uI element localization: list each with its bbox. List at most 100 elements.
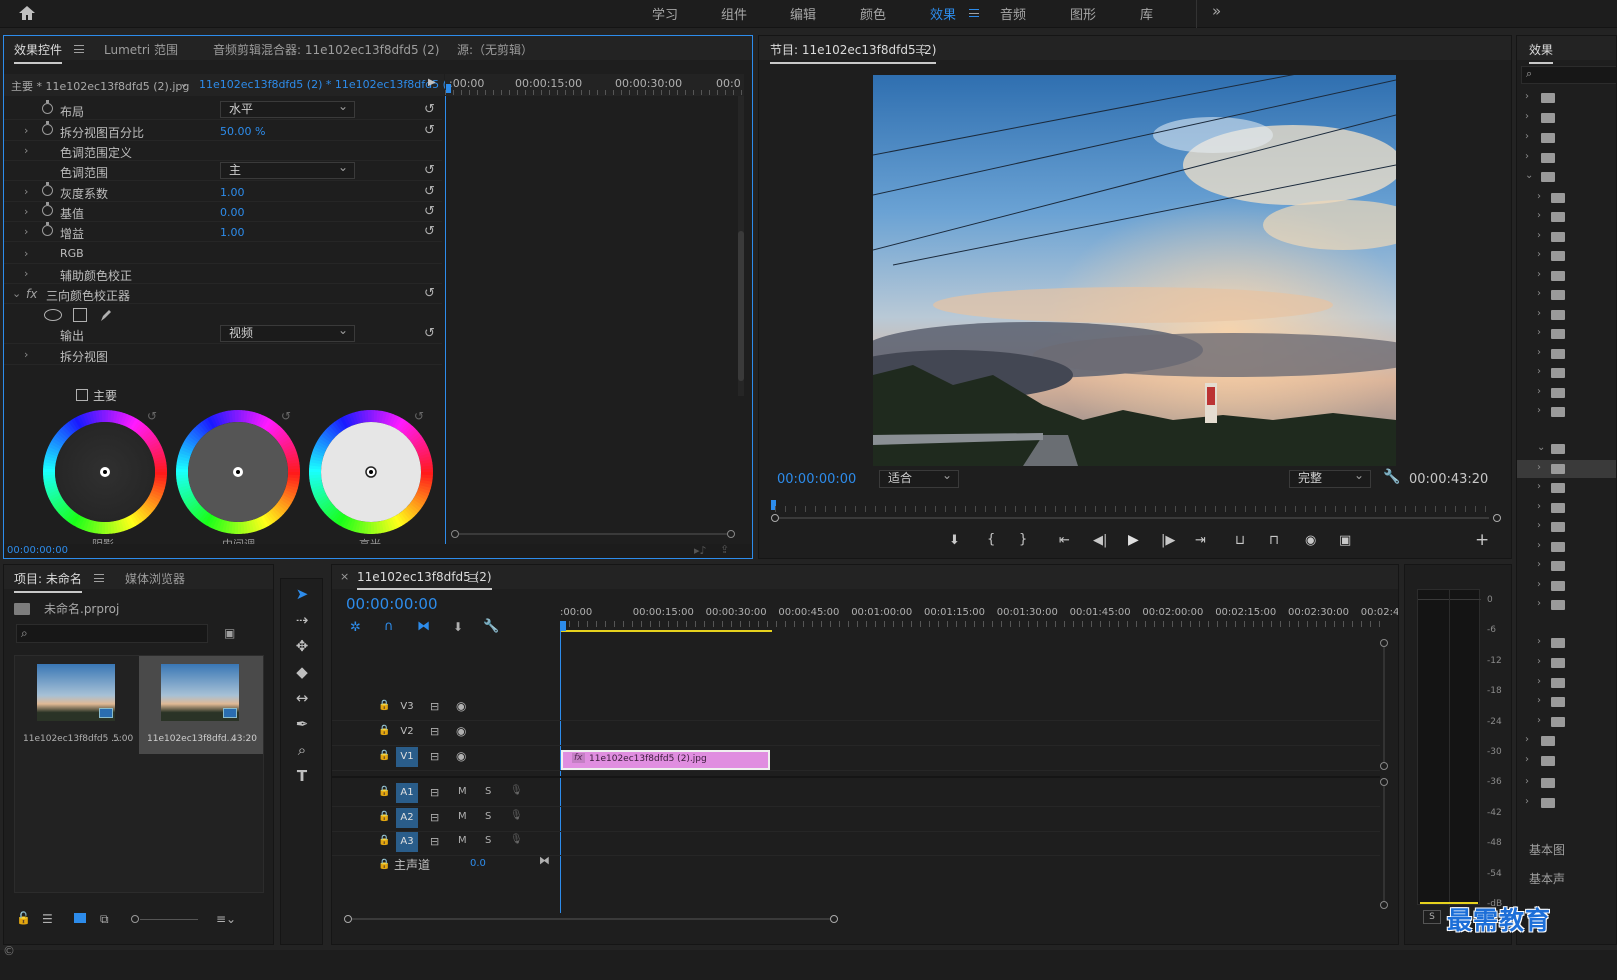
tree-caret-icon[interactable]: › — [1537, 386, 1541, 397]
stopwatch-icon[interactable] — [42, 182, 53, 196]
reset-icon[interactable]: ↺ — [424, 184, 435, 199]
microphone-icon[interactable]: 🎙 — [510, 834, 523, 845]
fx-badge[interactable]: fx — [572, 753, 585, 763]
audio-scrollbar[interactable] — [1383, 786, 1385, 901]
close-sequence-icon[interactable]: × — [340, 570, 349, 583]
reset-icon[interactable]: ↺ — [424, 326, 435, 341]
gamma-value[interactable]: 1.00 — [220, 186, 245, 199]
expand-caret-icon[interactable]: › — [24, 205, 28, 218]
sync-lock-icon[interactable]: ⊟ — [430, 750, 439, 763]
sort-icon[interactable]: ≡⌄ — [216, 912, 236, 926]
playback-resolution-dropdown[interactable]: 完整 — [1289, 468, 1371, 488]
program-timecode[interactable]: 00:00:00:00 — [777, 472, 856, 487]
ec-timeline-ruler[interactable]: :00:00 00:00:15:00 00:00:30:00 00:0 — [445, 74, 744, 96]
reset-icon[interactable]: ↺ — [424, 163, 435, 178]
tree-caret-icon[interactable]: › — [1537, 366, 1541, 377]
step-forward-icon[interactable]: |▶ — [1161, 533, 1175, 548]
linked-selection-icon[interactable]: ⧓ — [417, 619, 430, 634]
reset-icon[interactable]: ↺ — [424, 102, 435, 117]
split-percent-value[interactable]: 50.00 % — [220, 125, 265, 138]
fx-badge[interactable]: fx — [26, 287, 37, 301]
add-marker-icon[interactable]: ⬇ — [453, 620, 463, 634]
nest-toggle-icon[interactable]: ✲ — [350, 620, 361, 635]
tree-caret-icon[interactable]: ⌄ — [1525, 170, 1533, 181]
workspace-audio[interactable]: 音频 — [1000, 4, 1026, 23]
zoom-slider[interactable] — [140, 919, 198, 920]
export-frame-icon[interactable]: ◉ — [1305, 533, 1316, 548]
sequence-clip-label[interactable]: 11e102ec13f8dfd5 (2) * 11e102ec13f8dfd5 … — [199, 78, 457, 91]
panel-menu-icon[interactable] — [94, 574, 104, 582]
add-marker-icon[interactable]: ⬇ — [949, 533, 960, 548]
master-checkbox[interactable] — [76, 389, 88, 401]
reset-icon[interactable]: ↺ — [281, 409, 291, 423]
go-to-out-icon[interactable]: ⇥ — [1195, 533, 1206, 548]
pedestal-value[interactable]: 0.00 — [220, 206, 245, 219]
tree-caret-icon[interactable]: › — [1525, 796, 1529, 807]
zoom-fit-dropdown[interactable]: 适合 — [879, 468, 959, 488]
workspace-libraries[interactable]: 库 — [1140, 4, 1153, 23]
tree-caret-icon[interactable]: › — [1537, 191, 1541, 202]
track-lock-icon[interactable]: 🔒 — [378, 811, 390, 822]
tree-caret-icon[interactable]: › — [1537, 520, 1541, 531]
razor-tool-icon[interactable]: ◆ — [291, 663, 313, 683]
sync-lock-icon[interactable]: ⊟ — [430, 786, 439, 799]
program-scrubber[interactable] — [771, 498, 1501, 522]
solo-button[interactable]: S — [485, 835, 491, 846]
tree-caret-icon[interactable]: › — [1525, 131, 1529, 142]
tree-caret-icon[interactable]: › — [1537, 347, 1541, 358]
lock-icon[interactable]: 🔓 — [16, 911, 31, 925]
zoom-handle-left[interactable] — [344, 915, 352, 923]
extract-icon[interactable]: ⊓ — [1269, 533, 1279, 548]
workspace-graphics[interactable]: 图形 — [1070, 4, 1096, 23]
workspace-color[interactable]: 颜色 — [860, 4, 886, 23]
track-lock-icon[interactable]: 🔒 — [378, 750, 390, 761]
expand-caret-icon[interactable]: › — [24, 247, 28, 260]
tab-source[interactable]: 源:（无剪辑） — [457, 41, 533, 58]
ec-scrollbar[interactable] — [738, 96, 744, 396]
scroll-handle[interactable] — [1380, 901, 1388, 909]
chevron-down-icon[interactable]: ⌄ — [179, 76, 189, 90]
tree-caret-icon[interactable]: › — [1537, 210, 1541, 221]
tree-caret-icon[interactable]: ⌄ — [1537, 442, 1545, 453]
expand-caret-icon[interactable]: › — [24, 267, 28, 280]
mute-button[interactable]: M — [458, 786, 467, 797]
master-volume-value[interactable]: 0.0 — [470, 858, 486, 869]
collapse-caret-icon[interactable]: ⌄ — [12, 287, 21, 300]
workspace-learn[interactable]: 学习 — [652, 4, 678, 23]
go-to-in-icon[interactable]: ⇤ — [1059, 533, 1070, 548]
timeline-zoom-scrollbar[interactable] — [352, 918, 830, 920]
tree-caret-icon[interactable]: › — [1537, 598, 1541, 609]
work-area-bar[interactable] — [560, 630, 772, 632]
track-lock-icon[interactable]: 🔒 — [378, 725, 390, 736]
tree-caret-icon[interactable]: › — [1537, 405, 1541, 416]
tree-caret-icon[interactable]: › — [1525, 754, 1529, 765]
ellipse-mask-icon[interactable] — [44, 309, 62, 321]
sync-lock-icon[interactable]: ⊟ — [430, 811, 439, 824]
tree-caret-icon[interactable]: › — [1537, 656, 1541, 667]
sync-lock-icon[interactable]: ⊟ — [430, 700, 439, 713]
track-lock-icon[interactable]: 🔒 — [378, 835, 390, 846]
mark-in-icon[interactable]: { — [987, 532, 995, 547]
scroll-handle[interactable] — [1380, 762, 1388, 770]
tree-caret-icon[interactable]: › — [1537, 695, 1541, 706]
rectangle-mask-icon[interactable] — [73, 308, 87, 322]
mute-button[interactable]: M — [458, 835, 467, 846]
eye-icon[interactable]: ◉ — [456, 699, 466, 713]
play-icon[interactable]: ▶ — [1128, 532, 1139, 548]
lift-icon[interactable]: ⊔ — [1235, 533, 1245, 548]
tree-caret-icon[interactable]: › — [1537, 579, 1541, 590]
meter-solo-button[interactable]: S — [1423, 910, 1441, 924]
tree-caret-icon[interactable]: › — [1525, 151, 1529, 162]
playhead-marker[interactable] — [446, 84, 451, 93]
scroll-handle[interactable] — [1380, 639, 1388, 647]
zoom-tool-icon[interactable]: ⌕ — [291, 741, 313, 761]
tab-project[interactable]: 项目: 未命名 — [14, 570, 82, 593]
tree-caret-icon[interactable]: › — [1525, 734, 1529, 745]
wrench-icon[interactable]: 🔧 — [1383, 469, 1400, 485]
comparison-view-icon[interactable]: ▣ — [1339, 533, 1351, 548]
gain-value[interactable]: 1.00 — [220, 226, 245, 239]
video-scrollbar[interactable] — [1383, 647, 1385, 762]
tree-caret-icon[interactable]: › — [1537, 481, 1541, 492]
stopwatch-icon[interactable] — [42, 121, 53, 135]
button-editor-icon[interactable]: + — [1475, 530, 1489, 550]
